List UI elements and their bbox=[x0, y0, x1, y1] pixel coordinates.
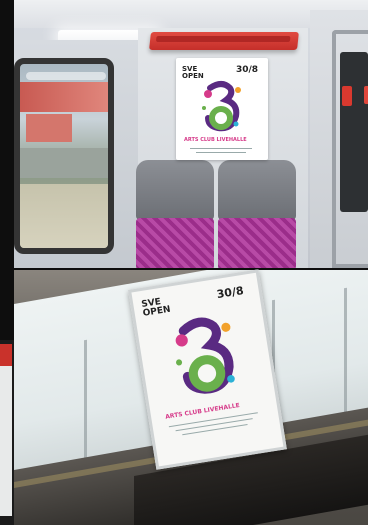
poster-train: SVE OPEN 30/8 ARTS CLUB LIVEHALLE bbox=[176, 58, 268, 160]
train-window bbox=[14, 58, 114, 254]
door-handle-2 bbox=[364, 86, 368, 104]
door-window bbox=[340, 52, 368, 212]
poster-graphic bbox=[175, 317, 235, 394]
photo-collage: SVE OPEN 30/8 ARTS CLUB LIVEHALLE SVE OP… bbox=[0, 0, 368, 525]
poster-date: 30/8 bbox=[236, 65, 259, 75]
poster-date: 30/8 bbox=[215, 284, 245, 302]
poster-logo-line2: OPEN bbox=[142, 304, 172, 319]
poster-subtitle: ARTS CLUB LIVEHALLE bbox=[164, 401, 241, 421]
poster-platform: SVE OPEN 30/8 ARTS CLUB LIVEHALLE bbox=[128, 269, 287, 470]
door-handle bbox=[342, 86, 352, 106]
left-edge-red bbox=[0, 344, 12, 366]
left-edge-white bbox=[0, 366, 12, 516]
poster-logo-line2: OPEN bbox=[182, 72, 204, 80]
poster-graphic bbox=[202, 81, 241, 132]
poster-subtitle: ARTS CLUB LIVEHALLE bbox=[184, 137, 247, 143]
seat-left bbox=[136, 160, 214, 268]
seat-right bbox=[218, 160, 296, 268]
luggage-shelf bbox=[149, 32, 299, 50]
